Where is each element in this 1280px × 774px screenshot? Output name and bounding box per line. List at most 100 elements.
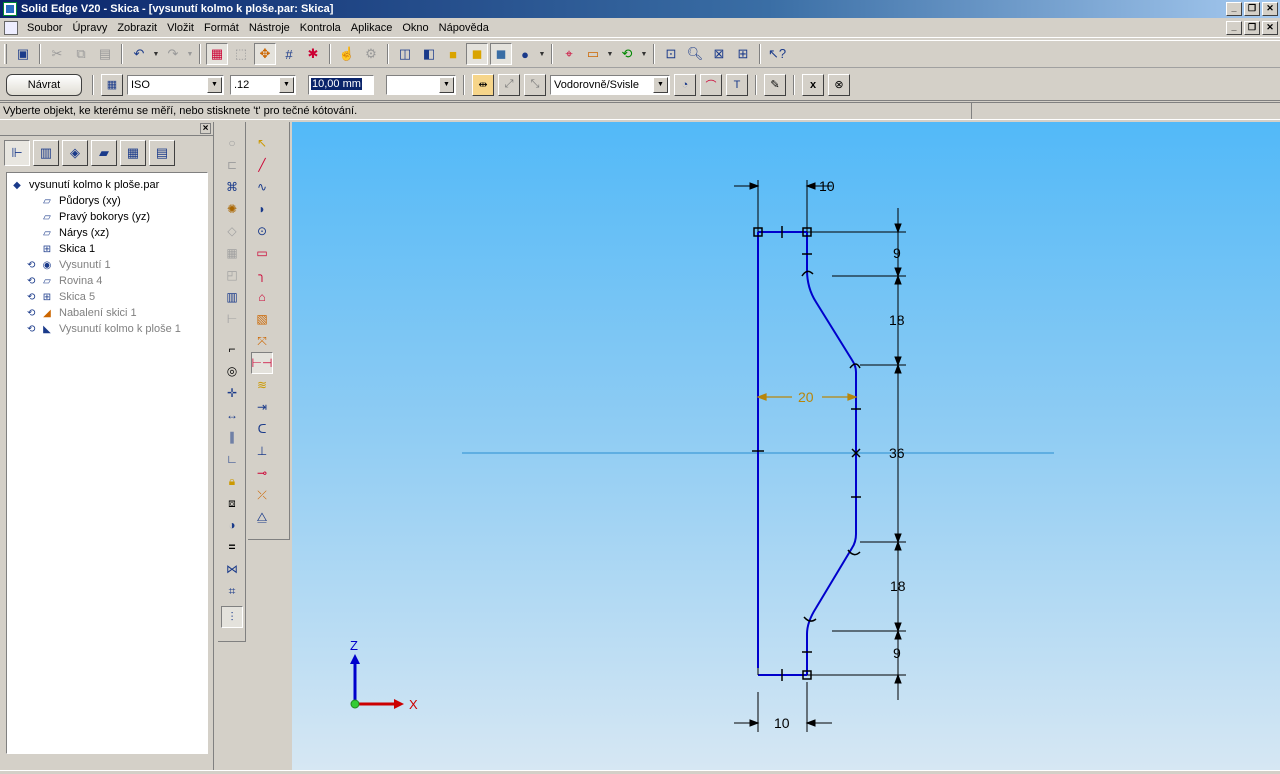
undo-icon[interactable]: ↶	[128, 43, 150, 65]
perpendicular-icon[interactable]: ∟	[221, 448, 243, 470]
copy-icon[interactable]: ⧉	[70, 43, 92, 65]
trim-icon[interactable]: ⌂	[251, 286, 273, 308]
toolbar-grip[interactable]	[4, 44, 7, 64]
dimension-axis-icon[interactable]: ⇹	[472, 73, 494, 96]
view-front-icon[interactable]: ◧	[418, 43, 440, 65]
coordinate-dimension-icon[interactable]: ⊥	[251, 440, 273, 462]
menu-aplikace[interactable]: Aplikace	[346, 19, 398, 37]
select-tool-icon[interactable]: ↖	[251, 132, 273, 154]
smart-dimension-icon[interactable]: ⊢⊣	[251, 352, 273, 374]
dim-bottom-width[interactable]: 10	[774, 715, 790, 731]
snap-icon[interactable]: ✱	[302, 43, 324, 65]
paste-icon[interactable]: ▤	[94, 43, 116, 65]
menu-nastroje[interactable]: Nástroje	[244, 19, 295, 37]
sketch-view-icon[interactable]: ▦	[206, 43, 228, 65]
split-icon[interactable]: ⊢	[221, 308, 243, 330]
menu-soubor[interactable]: Soubor	[22, 19, 67, 37]
arc-dimension-icon[interactable]: ⌒	[700, 73, 722, 96]
back-button[interactable]: Návrat	[6, 73, 82, 96]
close-button[interactable]: ✕	[1262, 2, 1278, 16]
tree-item[interactable]: ⟲ ◣ Vysunutí kolmo k ploše 1	[9, 321, 205, 337]
connect-icon[interactable]: ⌐	[221, 338, 243, 360]
standard-select[interactable]: ISO ▼	[127, 74, 224, 95]
tab-layers[interactable]: ▰	[91, 140, 117, 166]
tab-feature-playback[interactable]: ▤	[149, 140, 175, 166]
angle-icon[interactable]: ᑕ	[251, 418, 273, 440]
construction-icon[interactable]: ⤫	[251, 484, 273, 506]
tree-root[interactable]: ◆ vysunutí kolmo k ploše.par	[9, 177, 205, 193]
rotate-dropdown-icon[interactable]: ▼	[640, 43, 648, 65]
symmetry-axis-icon[interactable]: ⌗	[221, 580, 243, 602]
box-icon[interactable]: ◰	[221, 264, 243, 286]
pointer-icon[interactable]: ☝	[336, 43, 358, 65]
by-two-points-icon[interactable]: ⤡	[524, 73, 546, 96]
x-button[interactable]: x	[802, 73, 824, 96]
menu-kontrola[interactable]: Kontrola	[295, 19, 346, 37]
view-iso-icon[interactable]: ◫	[394, 43, 416, 65]
menu-format[interactable]: Formát	[199, 19, 244, 37]
minimize-button[interactable]: _	[1226, 2, 1242, 16]
tree-item[interactable]: ⟲ ◉ Vysunutí 1	[9, 257, 205, 273]
rotate-view-icon[interactable]: ⟲	[616, 43, 638, 65]
sketch-drawing[interactable]: 10 10 9 18 36 18 9 20 Z X	[292, 122, 1280, 770]
grid-icon[interactable]: #	[278, 43, 300, 65]
tangent-icon[interactable]: ◔	[674, 73, 696, 96]
doc-close-button[interactable]: ✕	[1262, 21, 1278, 35]
curve-icon[interactable]: ∿	[251, 176, 273, 198]
collinear-icon[interactable]: ↔	[221, 404, 243, 426]
zoom-area-icon[interactable]: ⊡	[660, 43, 682, 65]
unit-select[interactable]: ▼	[386, 74, 456, 95]
chevron-down-icon[interactable]: ▼	[279, 76, 294, 93]
dim-v5[interactable]: 9	[893, 645, 901, 661]
undo-dropdown-icon[interactable]: ▼	[152, 43, 160, 65]
dim-v4[interactable]: 18	[890, 578, 906, 594]
redo-dropdown-icon[interactable]: ▼	[186, 43, 194, 65]
pan-icon[interactable]: ⊞	[732, 43, 754, 65]
dimension-value-input[interactable]: 10,00 mm	[308, 74, 374, 95]
chevron-down-icon[interactable]: ▼	[439, 76, 454, 93]
layers-icon[interactable]: ▭	[582, 43, 604, 65]
dimension-style-icon[interactable]: ▦	[101, 73, 123, 96]
circle-small-icon[interactable]: ○	[221, 132, 243, 154]
concentric-icon[interactable]: ◎	[221, 360, 243, 382]
tab-feature-pathfinder[interactable]: ⊩	[4, 140, 30, 166]
table-icon[interactable]: ▦	[221, 242, 243, 264]
tangent-relation-icon[interactable]: ◑	[221, 514, 243, 536]
horizontal-vertical-relation-icon[interactable]: ✛	[221, 382, 243, 404]
fit-icon[interactable]: ⊠	[708, 43, 730, 65]
dim-active-width[interactable]: 20	[798, 389, 814, 405]
relations-icon[interactable]: ✥	[254, 43, 276, 65]
render-dropdown-icon[interactable]: ▼	[538, 43, 546, 65]
tab-sensors[interactable]: ▦	[120, 140, 146, 166]
coordinate-icon[interactable]: ⌖	[558, 43, 580, 65]
include-icon[interactable]: ⤧	[251, 330, 273, 352]
tree-item[interactable]: ⟲ ▱ Rovina 4	[9, 273, 205, 289]
shading-icon[interactable]: ◼	[466, 43, 488, 65]
restore-button[interactable]: ❐	[1244, 2, 1260, 16]
tree-item[interactable]: ▱ Nárys (xz)	[9, 225, 205, 241]
rigid-set-icon[interactable]: ⧈	[221, 492, 243, 514]
diamond-icon[interactable]: ◇	[221, 220, 243, 242]
tree-item[interactable]: ⟲ ⊞ Skica 5	[9, 289, 205, 305]
arc-icon[interactable]: ◗	[251, 198, 273, 220]
tab-features-library[interactable]: ◈	[62, 140, 88, 166]
offset-icon[interactable]: ⊏	[221, 154, 243, 176]
x-circle-icon[interactable]: ⊗	[828, 73, 850, 96]
lock-icon[interactable]: 🔒︎	[221, 470, 243, 492]
circle-icon[interactable]: ⊙	[251, 220, 273, 242]
tree-item[interactable]: ▱ Pravý bokorys (yz)	[9, 209, 205, 225]
layers-dropdown-icon[interactable]: ▼	[606, 43, 614, 65]
lead-icon[interactable]: ≋	[251, 374, 273, 396]
symmetric-icon[interactable]: ⋈	[221, 558, 243, 580]
tree-item[interactable]: ⟲ ◢ Nabalení skici 1	[9, 305, 205, 321]
properties-icon[interactable]: ✎	[764, 73, 786, 96]
menu-okno[interactable]: Okno	[397, 19, 433, 37]
orientation-select[interactable]: Vodorovně/Svisle ▼	[550, 74, 670, 95]
rectangle-icon[interactable]: ▭	[251, 242, 273, 264]
chevron-down-icon[interactable]: ▼	[207, 76, 222, 93]
parallel-icon[interactable]: ∥	[221, 426, 243, 448]
distance-between-icon[interactable]: ⇥	[251, 396, 273, 418]
cut-icon[interactable]: ✂	[46, 43, 68, 65]
precision-select[interactable]: .12 ▼	[230, 74, 296, 95]
sketch-canvas[interactable]: 10 10 9 18 36 18 9 20 Z X	[292, 122, 1280, 770]
